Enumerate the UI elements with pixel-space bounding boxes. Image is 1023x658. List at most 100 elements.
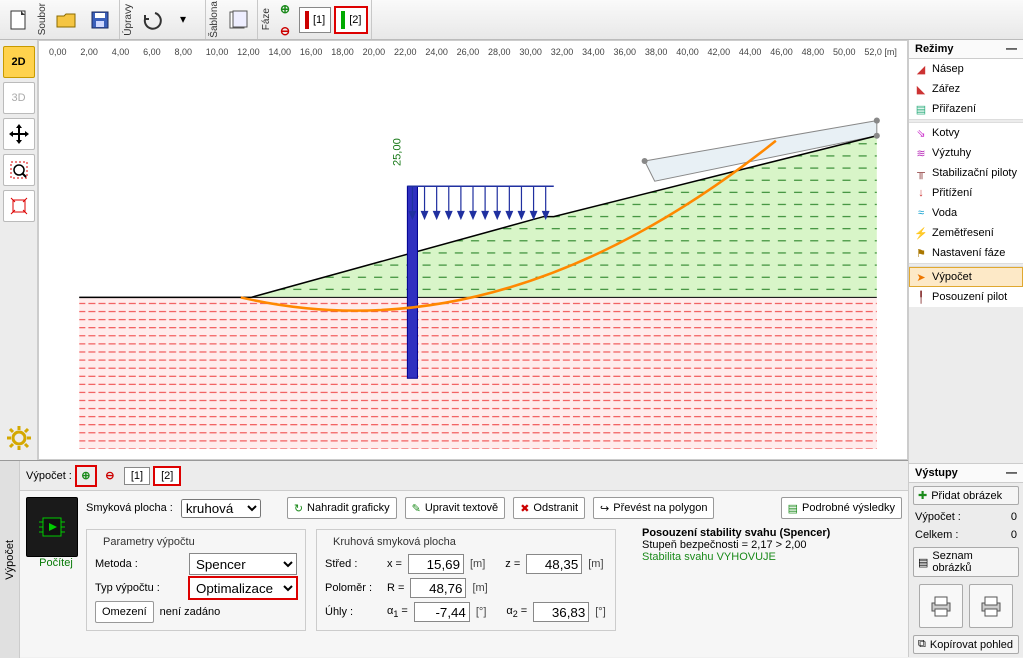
mode-item-label: Zemětřesení bbox=[932, 227, 994, 239]
mode-item-voda[interactable]: ≈ Voda bbox=[909, 203, 1023, 223]
mode-item-label: Kotvy bbox=[932, 127, 960, 139]
method-select[interactable]: Spencer bbox=[189, 553, 297, 575]
method-label: Metoda : bbox=[95, 558, 183, 570]
mode-item-přitížení[interactable]: ↓Přitížení bbox=[909, 183, 1023, 203]
zoom-extents-tool[interactable] bbox=[3, 190, 35, 222]
pile-check-icon: ╿ bbox=[914, 290, 928, 304]
calc-add-button[interactable]: ⊕ bbox=[76, 466, 96, 486]
phase-label: Fáze bbox=[260, 6, 273, 32]
mode-item-zářez[interactable]: ◣ Zářez bbox=[909, 79, 1023, 99]
add-image-button[interactable]: ✚Přidat obrázek bbox=[913, 486, 1019, 505]
minimize-icon[interactable]: — bbox=[1006, 43, 1017, 55]
radius-input[interactable] bbox=[410, 578, 466, 598]
mode-item-label: Posouzení pilot bbox=[932, 291, 1007, 303]
embankment-icon: ◢ bbox=[914, 62, 928, 76]
water-icon: ≈ bbox=[914, 206, 928, 220]
bottom-panel: Výpočet Výpočet : ⊕ ⊖ [1] [2] Počítej Sm… bbox=[0, 460, 908, 657]
redo-button[interactable]: ▾ bbox=[170, 4, 202, 36]
svg-text:▾: ▾ bbox=[180, 12, 186, 26]
outputs-panel: Výstupy— ✚Přidat obrázek Výpočet :0 Celk… bbox=[909, 463, 1023, 657]
mode-item-kotvy[interactable]: ⇘Kotvy bbox=[909, 123, 1023, 143]
delete-icon: ✖ bbox=[520, 502, 529, 515]
restrictions-button[interactable]: Omezení bbox=[95, 601, 154, 623]
print-button-1[interactable] bbox=[919, 584, 963, 628]
copy-view-button[interactable]: ⧉Kopírovat pohled bbox=[913, 635, 1019, 654]
list-icon: ▤ bbox=[788, 502, 798, 515]
phase-tab-2[interactable]: [2] bbox=[335, 7, 367, 33]
run-calc-label: Počítej bbox=[39, 557, 73, 569]
mode-item-label: Výpočet bbox=[932, 271, 972, 283]
view-2d-button[interactable]: 2D bbox=[3, 46, 35, 78]
detailed-results-button[interactable]: ▤Podrobné výsledky bbox=[781, 497, 902, 519]
surface-label: Smyková plocha : bbox=[86, 502, 173, 514]
phase-tab-1[interactable]: [1] bbox=[299, 7, 331, 33]
print-button-2[interactable] bbox=[969, 584, 1013, 628]
run-calc-button[interactable] bbox=[26, 497, 78, 557]
result-title: Posouzení stability svahu (Spencer) bbox=[642, 527, 902, 539]
bottom-side-tab[interactable]: Výpočet bbox=[0, 461, 20, 658]
calc-tab-1[interactable]: [1] bbox=[124, 467, 150, 485]
result-line: Stupeň bezpečnosti = 2,17 > 2,00 bbox=[642, 539, 902, 551]
assign-icon: ▤ bbox=[914, 102, 928, 116]
settings-gear-button[interactable] bbox=[3, 422, 35, 454]
surface-type-select[interactable]: kruhová bbox=[181, 499, 261, 518]
calc-type-label: Typ výpočtu : bbox=[95, 582, 183, 594]
convert-polygon-button[interactable]: ↪Převést na polygon bbox=[593, 497, 714, 519]
pan-tool[interactable] bbox=[3, 118, 35, 150]
new-file-button[interactable] bbox=[3, 4, 35, 36]
calc-tab-bar: Výpočet : ⊕ ⊖ [1] [2] bbox=[20, 461, 908, 491]
top-toolbar: Soubor Úpravy ▾ Šablona Fáze ⊕ ⊖ [1] [2] bbox=[0, 0, 1023, 40]
mode-list: ◢Násep ◣ Zářez ▤Přiřazení ⇘Kotvy≋Výztuhy ╥ Sta… bbox=[909, 59, 1023, 307]
edit-label: Úpravy bbox=[122, 2, 135, 38]
load-icon: ↓ bbox=[914, 186, 928, 200]
minimize-icon[interactable]: — bbox=[1006, 467, 1017, 479]
view-3d-button[interactable]: 3D bbox=[3, 82, 35, 114]
open-file-button[interactable] bbox=[50, 4, 82, 36]
cut-icon: ◣ bbox=[914, 82, 928, 96]
calc-type-select[interactable]: Optimalizace bbox=[189, 577, 297, 599]
mode-item-label: Zářez bbox=[932, 83, 960, 95]
radius-label: Poloměr : bbox=[325, 582, 381, 594]
mode-item-stabilizační-piloty[interactable]: ╥ Stabilizační piloty bbox=[909, 163, 1023, 183]
zoom-window-tool[interactable] bbox=[3, 154, 35, 186]
quake-icon: ⚡ bbox=[914, 226, 928, 240]
mode-item-posouzení-pilot[interactable]: ╿ Posouzení pilot bbox=[909, 287, 1023, 307]
reinf-icon: ≋ bbox=[914, 146, 928, 160]
outputs-header: Výstupy— bbox=[909, 464, 1023, 483]
center-z-input[interactable] bbox=[526, 554, 582, 574]
calc-remove-button[interactable]: ⊖ bbox=[100, 466, 120, 486]
add-image-icon: ✚ bbox=[918, 489, 927, 502]
template-button[interactable] bbox=[222, 4, 254, 36]
save-file-button[interactable] bbox=[84, 4, 116, 36]
phase-remove-button[interactable]: ⊖ bbox=[276, 22, 294, 40]
file-label: Soubor bbox=[36, 1, 49, 37]
phase-settings-icon: ⚑ bbox=[914, 246, 928, 260]
chip-icon bbox=[37, 512, 67, 542]
calc-tab-label: Výpočet : bbox=[26, 470, 72, 482]
cross-section-drawing: 25,00 bbox=[49, 65, 897, 449]
alpha2-input[interactable] bbox=[533, 602, 589, 622]
list-icon: ▤ bbox=[918, 556, 928, 569]
mode-item-label: Voda bbox=[932, 207, 957, 219]
mode-item-výpočet[interactable]: ➤Výpočet bbox=[909, 267, 1023, 287]
phase-add-button[interactable]: ⊕ bbox=[276, 0, 294, 18]
replace-graphically-button[interactable]: ↻Nahradit graficky bbox=[287, 497, 397, 519]
mode-item-přiřazení[interactable]: ▤Přiřazení bbox=[909, 99, 1023, 119]
alpha1-input[interactable] bbox=[414, 602, 470, 622]
pile-icon: ╥ bbox=[914, 166, 928, 180]
mode-item-výztuhy[interactable]: ≋Výztuhy bbox=[909, 143, 1023, 163]
edit-text-button[interactable]: ✎Upravit textově bbox=[405, 497, 506, 519]
canvas-area[interactable]: 0,002,004,006,008,0010,0012,0014,0016,00… bbox=[38, 40, 908, 460]
image-list-button[interactable]: ▤Seznam obrázků bbox=[913, 547, 1019, 577]
mode-item-label: Stabilizační piloty bbox=[932, 167, 1017, 179]
center-x-input[interactable] bbox=[408, 554, 464, 574]
calc-tab-2[interactable]: [2] bbox=[154, 467, 180, 485]
undo-button[interactable] bbox=[136, 4, 168, 36]
delete-button[interactable]: ✖Odstranit bbox=[513, 497, 585, 519]
restrictions-value: není zadáno bbox=[160, 606, 221, 618]
mode-item-zemětřesení[interactable]: ⚡ Zemětřesení bbox=[909, 223, 1023, 243]
horizontal-ruler: 0,002,004,006,008,0010,0012,0014,0016,00… bbox=[39, 41, 907, 57]
mode-item-nastavení-fáze[interactable]: ⚑Nastavení fáze bbox=[909, 243, 1023, 263]
mode-item-násep[interactable]: ◢Násep bbox=[909, 59, 1023, 79]
result-status: Stabilita svahu VYHOVUJE bbox=[642, 551, 902, 563]
